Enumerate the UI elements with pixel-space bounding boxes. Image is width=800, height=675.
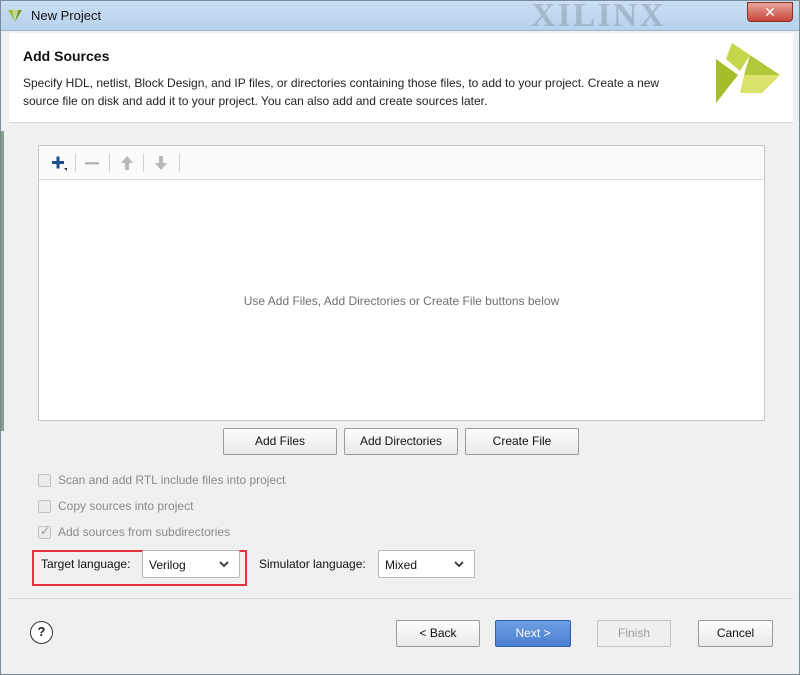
add-directories-button[interactable]: Add Directories bbox=[344, 428, 458, 455]
sources-toolbar bbox=[39, 146, 764, 180]
add-subdirs-checkbox[interactable] bbox=[38, 524, 51, 539]
help-button[interactable]: ? bbox=[30, 621, 53, 644]
scan-rtl-label: Scan and add RTL include files into proj… bbox=[58, 473, 286, 487]
cancel-button[interactable]: Cancel bbox=[698, 620, 773, 647]
page-description: Specify HDL, netlist, Block Design, and … bbox=[23, 76, 660, 108]
new-project-dialog: New Project XILINX ✕ Add Sources Specify… bbox=[0, 0, 800, 675]
arrow-down-icon bbox=[155, 156, 167, 170]
toolbar-separator bbox=[143, 154, 144, 172]
background-strip bbox=[1, 131, 4, 431]
copy-sources-option[interactable]: Copy sources into project bbox=[38, 498, 193, 514]
remove-source-button[interactable] bbox=[80, 152, 104, 174]
target-language-value: Verilog bbox=[149, 558, 186, 572]
xilinx-logo-icon bbox=[716, 43, 780, 103]
move-down-button[interactable] bbox=[149, 152, 173, 174]
plus-icon bbox=[52, 156, 67, 171]
sources-panel: Use Add Files, Add Directories or Create… bbox=[38, 145, 765, 421]
finish-button[interactable]: Finish bbox=[597, 620, 671, 647]
copy-sources-label: Copy sources into project bbox=[58, 499, 194, 513]
toolbar-separator bbox=[109, 154, 110, 172]
close-button[interactable]: ✕ bbox=[747, 2, 793, 22]
create-file-button[interactable]: Create File bbox=[465, 428, 579, 455]
scan-rtl-option[interactable]: Scan and add RTL include files into proj… bbox=[38, 472, 285, 488]
toolbar-separator bbox=[179, 154, 180, 172]
scan-rtl-checkbox[interactable] bbox=[38, 473, 51, 487]
back-button[interactable]: < Back bbox=[396, 620, 480, 647]
page-header: Add Sources Specify HDL, netlist, Block … bbox=[9, 33, 793, 123]
chevron-down-icon bbox=[219, 561, 229, 568]
arrow-up-icon bbox=[121, 156, 133, 170]
simulator-language-value: Mixed bbox=[385, 558, 418, 572]
move-up-button[interactable] bbox=[115, 152, 139, 174]
title-bar[interactable]: New Project XILINX ✕ bbox=[1, 1, 799, 31]
target-language-label: Target language: bbox=[41, 557, 131, 571]
minus-icon bbox=[85, 162, 99, 165]
add-files-button[interactable]: Add Files bbox=[223, 428, 337, 455]
add-subdirs-label: Add sources from subdirectories bbox=[58, 525, 231, 539]
empty-sources-message: Use Add Files, Add Directories or Create… bbox=[243, 294, 560, 308]
copy-sources-checkbox[interactable] bbox=[38, 499, 51, 513]
vivado-app-icon bbox=[8, 10, 22, 22]
add-source-button[interactable] bbox=[47, 152, 71, 174]
window-title: New Project bbox=[31, 8, 102, 23]
next-button[interactable]: Next > bbox=[495, 620, 571, 647]
simulator-language-label: Simulator language: bbox=[259, 557, 366, 571]
add-subdirs-option[interactable]: Add sources from subdirectories bbox=[38, 524, 230, 540]
footer-divider bbox=[9, 598, 793, 599]
target-language-select[interactable]: Verilog bbox=[142, 550, 240, 578]
page-title: Add Sources bbox=[23, 48, 110, 64]
chevron-down-icon bbox=[454, 561, 464, 568]
simulator-language-select[interactable]: Mixed bbox=[378, 550, 475, 578]
xilinx-watermark: XILINX bbox=[531, 1, 666, 31]
toolbar-separator bbox=[75, 154, 76, 172]
